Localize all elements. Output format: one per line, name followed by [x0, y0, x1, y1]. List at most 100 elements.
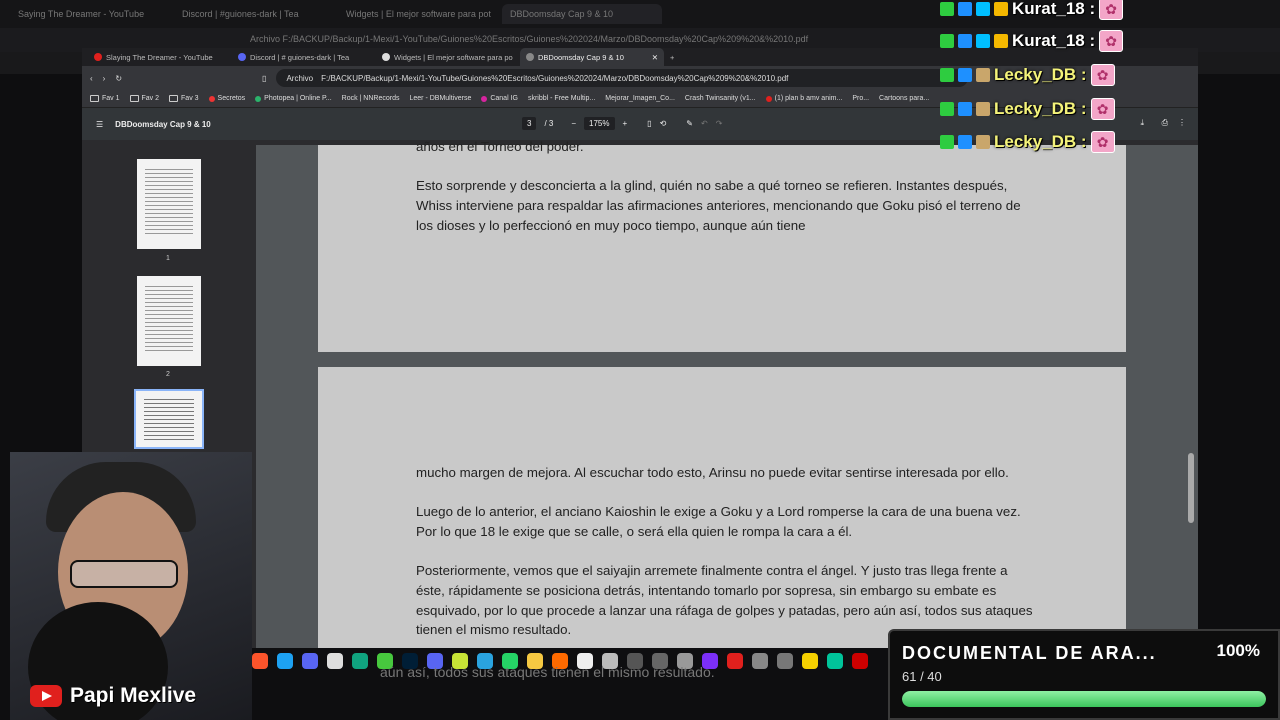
app-icon[interactable] — [327, 653, 343, 669]
scrollbar[interactable] — [1188, 153, 1194, 633]
edge-icon[interactable] — [277, 653, 293, 669]
bookmark-item[interactable]: Fav 3 — [169, 95, 199, 102]
chat-username: Kurat_18 : — [1012, 31, 1096, 50]
bookmark-item[interactable]: (1) plan b amv anim... — [765, 95, 842, 102]
badge-icon — [976, 34, 990, 48]
tab-label: Discord | # guiones-dark | Tea — [250, 52, 350, 62]
url-text: F:/BACKUP/Backup/1-Mexi/1-YouTube/Guione… — [321, 73, 789, 83]
rotate-icon[interactable]: ⟲ — [660, 119, 667, 128]
more-icon[interactable]: ⋮ — [1178, 118, 1186, 127]
reload-icon[interactable]: ↻ — [115, 74, 122, 83]
bookmark-item[interactable]: Mejorar_Imagen_Co... — [605, 95, 675, 102]
url-field[interactable]: Archivo F:/BACKUP/Backup/1-Mexi/1-YouTub… — [276, 69, 968, 87]
app-icon[interactable] — [827, 653, 843, 669]
chat-username: Lecky_DB : — [994, 65, 1087, 84]
youtube-icon — [765, 95, 772, 102]
mouse-icon — [976, 68, 990, 82]
avatar: ✿ — [1090, 131, 1115, 153]
badge-icon — [940, 2, 954, 16]
photopea-icon — [255, 95, 262, 102]
bg-tab: DBDoomsday Cap 9 & 10 — [502, 4, 662, 24]
fit-page-icon[interactable]: ▯ — [647, 119, 651, 128]
page-text: Luego de lo anterior, el anciano Kaioshi… — [416, 504, 1021, 539]
annotate-icon[interactable]: ✎ — [686, 119, 693, 128]
goal-count: 61 / 40 — [902, 669, 942, 684]
page-total: / 3 — [544, 119, 554, 128]
folder-icon — [129, 95, 139, 102]
pdf-page: mucho margen de mejora. Al escuchar todo… — [318, 367, 1126, 648]
zoom-in-icon[interactable]: + — [623, 119, 628, 128]
thumb-lines — [145, 169, 193, 237]
vpn-icon[interactable] — [302, 653, 318, 669]
crown-icon — [994, 2, 1008, 16]
page-number-input[interactable]: 3 — [522, 117, 537, 130]
bookmark-item[interactable]: Leer - DBMultiverse — [409, 95, 471, 102]
goal-widget: DOCUMENTAL DE ARA... 100% 61 / 40 — [888, 629, 1280, 720]
app-icon[interactable] — [802, 653, 818, 669]
tab-pdf[interactable]: DBDoomsday Cap 9 & 10 ✕ — [520, 48, 664, 66]
avatar: ✿ — [1090, 98, 1115, 120]
new-tab-button[interactable]: + — [664, 48, 684, 66]
goal-percent: 100% — [1216, 641, 1260, 660]
bookmark-item[interactable]: Fav 2 — [129, 95, 159, 102]
zoom-out-icon[interactable]: − — [571, 119, 576, 128]
app-icon[interactable] — [727, 653, 743, 669]
page-text: mucho margen de mejora. Al escuchar todo… — [416, 465, 1009, 480]
badge-icon — [940, 102, 954, 116]
badge-icon — [958, 102, 972, 116]
youtube-icon — [94, 53, 102, 61]
bookmark-icon[interactable]: ▯ — [262, 74, 266, 83]
chat-message: Kurat_18 : ✿ — [940, 0, 1124, 22]
page-thumbnail-selected[interactable] — [134, 389, 204, 449]
bookmark-item[interactable]: Photopea | Online P... — [255, 95, 332, 102]
instagram-icon — [481, 95, 488, 102]
tab-label: Slaying The Dreamer - YouTube — [106, 52, 213, 62]
bookmark-item[interactable]: Crash Twinsanity (v1... — [685, 95, 756, 102]
bookmark-item[interactable]: Rock | NNRecords — [342, 95, 400, 102]
secret-icon — [208, 95, 215, 102]
thumb-lines — [144, 399, 194, 443]
page-thumbnail[interactable] — [137, 159, 201, 249]
bookmark-item[interactable]: Canal IG — [481, 95, 518, 102]
tab-discord[interactable]: Discord | # guiones-dark | Tea — [232, 48, 376, 66]
forward-icon[interactable]: › — [103, 74, 106, 83]
tab-youtube[interactable]: Slaying The Dreamer - YouTube — [88, 48, 232, 66]
chat-message: Lecky_DB : ✿ — [940, 129, 1115, 155]
discord-icon — [238, 53, 246, 61]
bookmark-item[interactable]: Fav 1 — [90, 95, 120, 102]
print-icon[interactable]: ⎙ — [1162, 118, 1168, 128]
chat-username: Lecky_DB : — [994, 132, 1087, 151]
badge-icon — [958, 2, 972, 16]
scrollbar-thumb[interactable] — [1188, 453, 1194, 523]
brave-icon[interactable] — [252, 653, 268, 669]
glasses — [70, 560, 178, 588]
badge-icon — [940, 34, 954, 48]
badge-icon — [958, 34, 972, 48]
bookmark-item[interactable]: Secretos — [208, 95, 245, 102]
app-icon[interactable] — [777, 653, 793, 669]
bookmark-item[interactable]: Pro... — [852, 95, 869, 102]
close-icon[interactable]: ✕ — [652, 53, 658, 62]
menu-icon[interactable]: ☰ — [96, 120, 103, 129]
app-icon[interactable] — [752, 653, 768, 669]
page-text: Esto sorprende y desconcierta a la glind… — [416, 178, 1021, 233]
bookmark-item[interactable]: skribbl - Free Multip... — [528, 95, 595, 102]
folder-icon — [169, 95, 179, 102]
chat-message: Kurat_18 : ✿ — [940, 28, 1124, 54]
tab-widgets[interactable]: Widgets | El mejor software para po — [376, 48, 520, 66]
zoom-level[interactable]: 175% — [584, 117, 615, 130]
chat-username: Lecky_DB : — [994, 99, 1087, 118]
avatar: ✿ — [1099, 0, 1124, 20]
undo-icon[interactable]: ↶ — [701, 119, 708, 128]
page-thumbnail[interactable] — [137, 276, 201, 366]
mouse-icon — [976, 102, 990, 116]
chatgpt-icon[interactable] — [352, 653, 368, 669]
widgets-icon — [382, 53, 390, 61]
bookmark-item[interactable]: Cartoons para... — [879, 95, 929, 102]
badge-icon — [958, 68, 972, 82]
redo-icon[interactable]: ↷ — [716, 119, 723, 128]
app-icon[interactable] — [852, 653, 868, 669]
download-icon[interactable]: ⤓ — [1140, 118, 1144, 128]
back-icon[interactable]: ‹ — [90, 74, 93, 83]
goal-progress-bar — [902, 691, 1266, 707]
